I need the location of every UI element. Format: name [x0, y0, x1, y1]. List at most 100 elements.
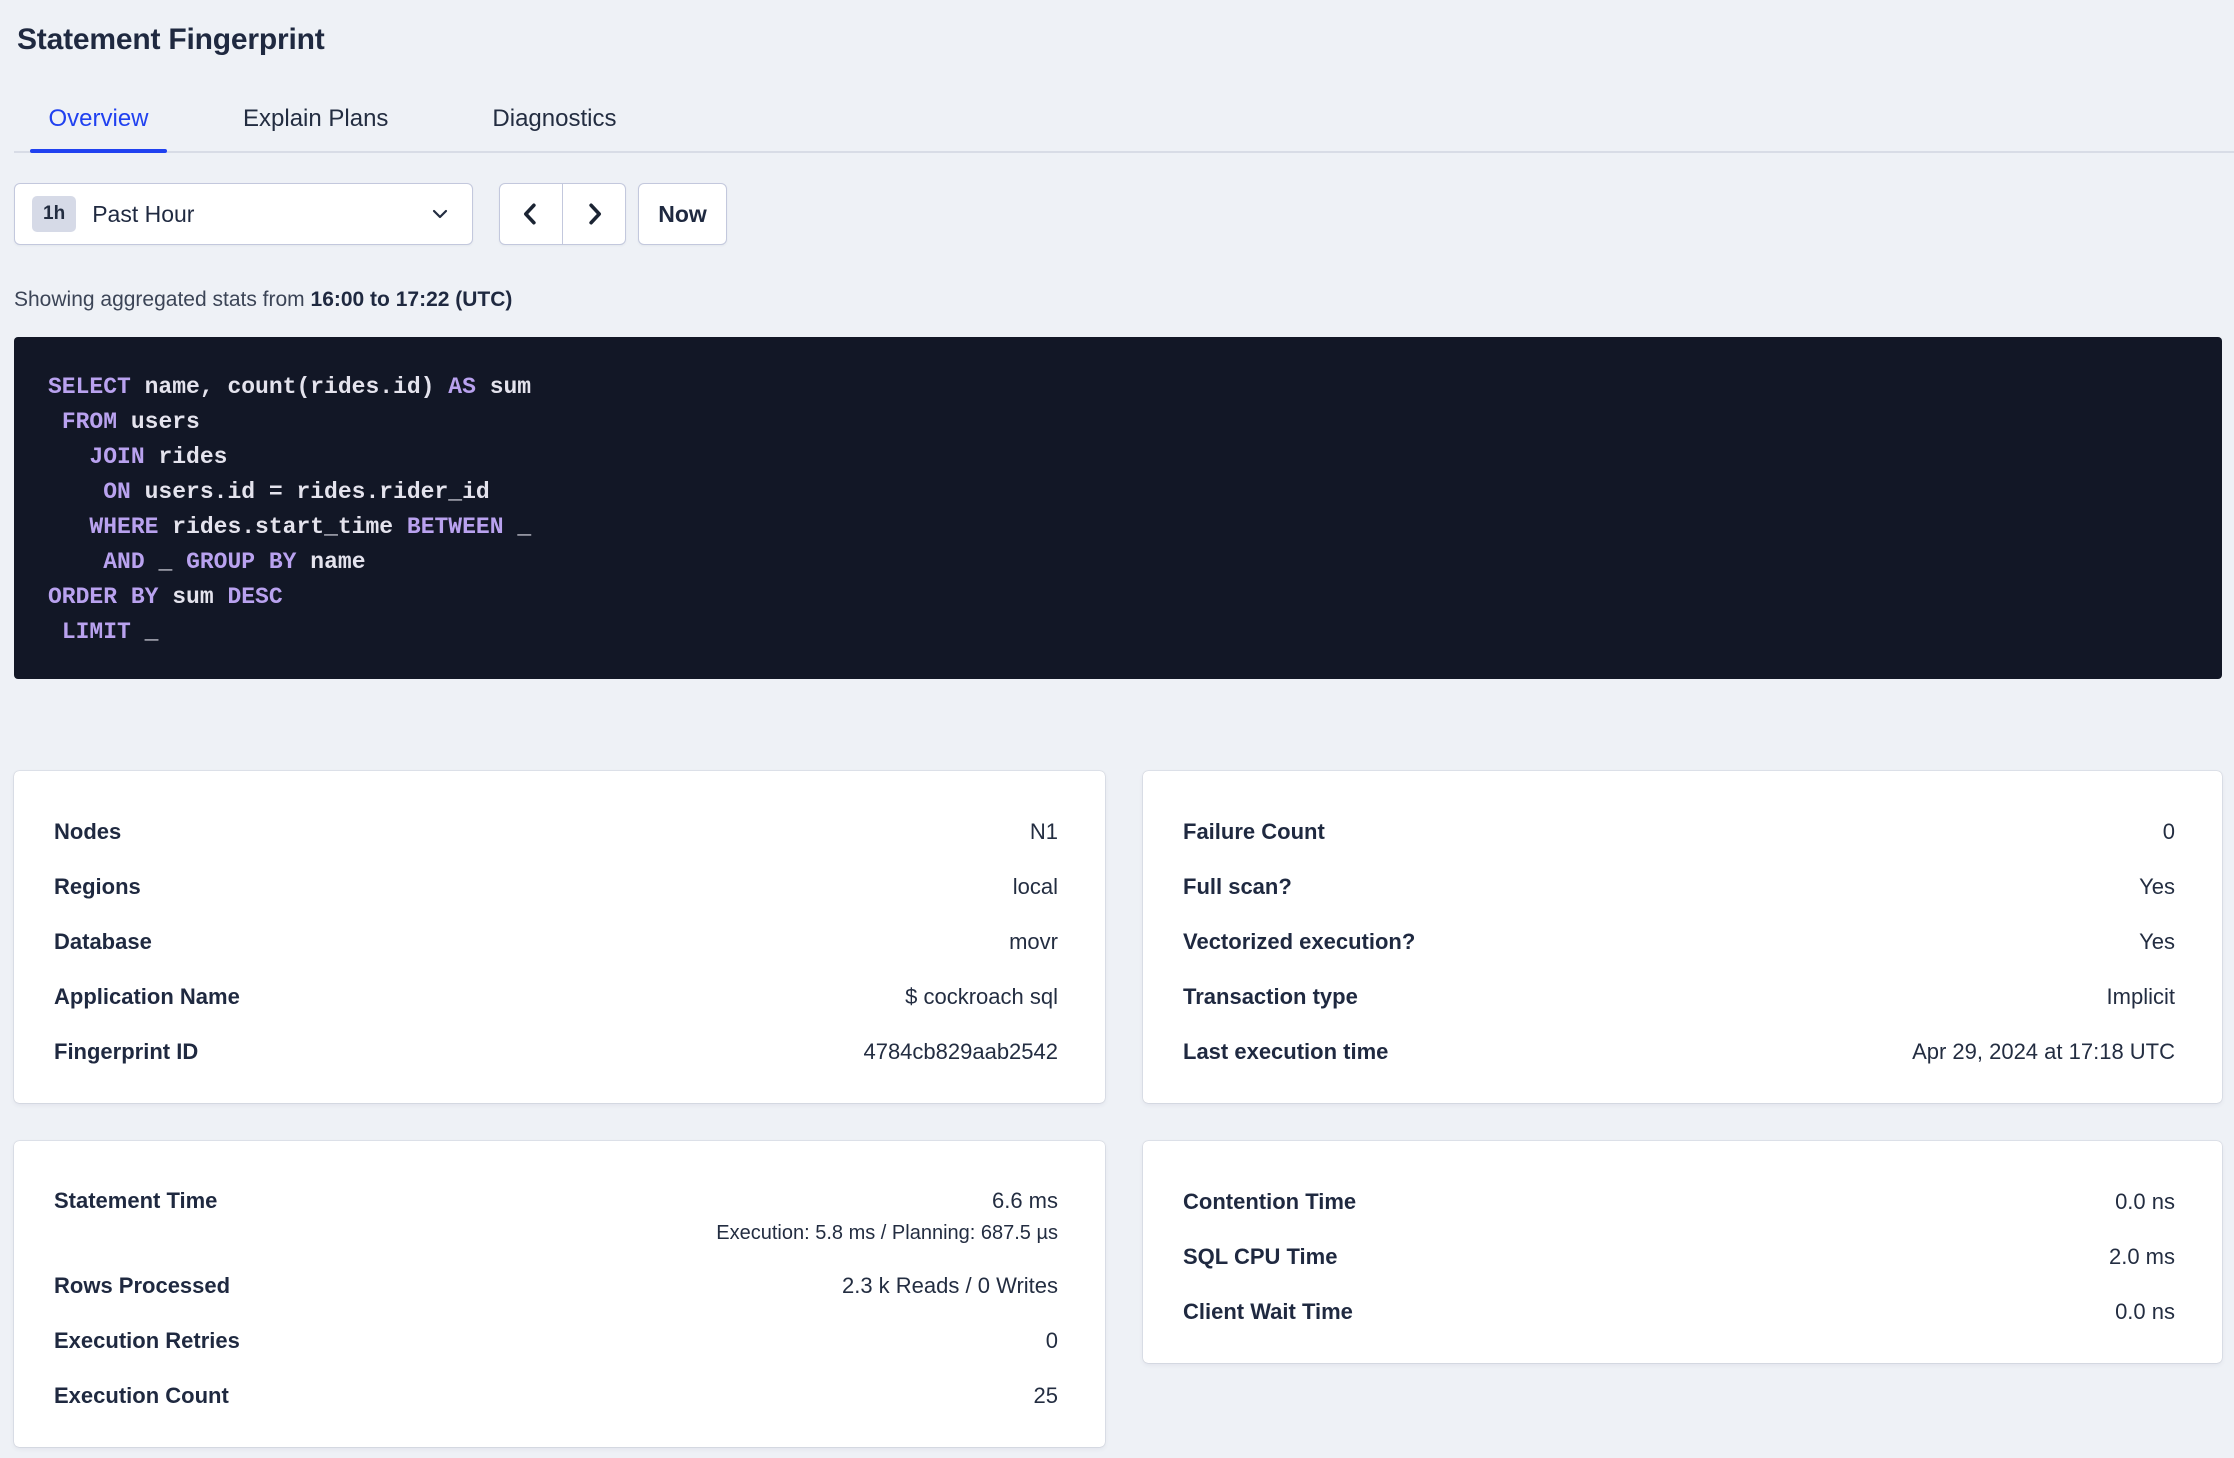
sql-token: sum	[475, 374, 532, 400]
vectorized-execution-value: Yes	[2139, 928, 2175, 954]
sql-keyword: FROM	[61, 409, 118, 435]
row-database: Database movr	[54, 914, 1058, 969]
now-button[interactable]: Now	[638, 183, 727, 245]
row-sql-cpu-time: SQL CPU Time 2.0 ms	[1183, 1229, 2175, 1284]
full-scan-label: Full scan?	[1183, 873, 1292, 899]
sql-token: users.id = rides.rider_id	[130, 479, 490, 505]
next-time-button[interactable]	[563, 184, 625, 244]
statement-fingerprint-page: Statement Fingerprint Overview Explain P…	[0, 0, 2234, 1447]
sql-token: name	[296, 549, 366, 575]
row-statement-time: Statement Time 6.6 ms Execution: 5.8 ms …	[54, 1174, 1058, 1258]
nodes-value-link[interactable]: N1	[1030, 819, 1058, 845]
failure-count-value: 0	[2162, 818, 2175, 844]
transaction-type-label: Transaction type	[1183, 983, 1358, 1009]
sql-token: _	[503, 514, 532, 540]
sql-keyword: JOIN	[89, 444, 145, 470]
row-client-wait-time: Client Wait Time 0.0 ns	[1183, 1284, 2175, 1339]
tab-bar: Overview Explain Plans Diagnostics	[14, 104, 2234, 153]
sql-keyword: WHERE	[89, 514, 159, 540]
fingerprint-id-value: 4784cb829aab2542	[863, 1038, 1058, 1064]
sql-token: rides	[144, 444, 228, 470]
row-vectorized-execution: Vectorized execution? Yes	[1183, 914, 2175, 969]
regions-label: Regions	[54, 873, 141, 899]
statement-times-card: Statement Time 6.6 ms Execution: 5.8 ms …	[14, 1141, 1105, 1447]
time-range-badge: 1h	[32, 196, 77, 232]
sql-token: _	[144, 549, 187, 575]
sql-line: WHERE rides.start_time BETWEEN _	[48, 510, 2182, 545]
sql-keyword: ON	[103, 479, 131, 505]
sql-keyword: DESC	[227, 584, 283, 610]
row-rows-processed: Rows Processed 2.3 k Reads / 0 Writes	[54, 1258, 1058, 1313]
row-fingerprint-id: Fingerprint ID 4784cb829aab2542	[54, 1024, 1058, 1079]
sql-token: name, count(rides.id)	[130, 374, 449, 400]
contention-time-value: 0.0 ns	[2115, 1188, 2175, 1214]
execution-count-label: Execution Count	[54, 1382, 229, 1408]
sql-statement: SELECT name, count(rides.id) AS sum FROM…	[48, 370, 2182, 650]
database-label: Database	[54, 928, 152, 954]
sql-line: ORDER BY sum DESC	[48, 580, 2182, 615]
row-nodes: Nodes N1	[54, 804, 1058, 859]
time-range-label: Past Hour	[92, 200, 195, 227]
detail-cards: Nodes N1 Regions local Database movr App…	[14, 771, 2222, 1447]
sql-cpu-time-value: 2.0 ms	[2108, 1243, 2175, 1269]
application-name-label: Application Name	[54, 983, 240, 1009]
statement-time-breakdown: Execution: 5.8 ms / Planning: 687.5 µs	[716, 1222, 1058, 1244]
row-application-name: Application Name $ cockroach sql	[54, 969, 1058, 1024]
application-name-value-link[interactable]: $ cockroach sql	[905, 984, 1058, 1010]
statement-time-label: Statement Time	[54, 1188, 218, 1213]
tab-overview[interactable]: Overview	[30, 104, 167, 153]
statement-time-value: 6.6 ms	[991, 1188, 1058, 1213]
full-scan-value: Yes	[2139, 873, 2175, 899]
tab-overview-label: Overview	[48, 105, 149, 132]
sql-cpu-time-label: SQL CPU Time	[1183, 1243, 1338, 1269]
sql-token: rides.start_time	[158, 514, 407, 540]
tab-explain-plans[interactable]: Explain Plans	[243, 104, 388, 151]
regions-value: local	[1012, 873, 1058, 899]
rows-processed-label: Rows Processed	[54, 1272, 231, 1298]
execution-retries-value: 0	[1045, 1327, 1058, 1353]
nodes-label: Nodes	[54, 818, 122, 844]
row-last-execution-time: Last execution time Apr 29, 2024 at 17:1…	[1183, 1024, 2175, 1079]
execution-retries-label: Execution Retries	[54, 1327, 240, 1353]
prev-time-button[interactable]	[500, 184, 562, 244]
sql-statement-box: SELECT name, count(rides.id) AS sum FROM…	[14, 337, 2222, 679]
sql-keyword: AS	[448, 374, 476, 400]
last-execution-time-label: Last execution time	[1183, 1038, 1389, 1064]
time-range-dropdown[interactable]: 1h Past Hour	[14, 183, 473, 245]
sql-token: users	[117, 409, 200, 435]
time-controls: 1h Past Hour Now	[14, 183, 2222, 245]
chevron-down-icon	[428, 202, 452, 226]
row-execution-count: Execution Count 25	[54, 1368, 1058, 1423]
rows-processed-value: 2.3 k Reads / 0 Writes	[841, 1272, 1058, 1298]
chevron-right-icon	[580, 200, 608, 228]
contention-card: Contention Time 0.0 ns SQL CPU Time 2.0 …	[1143, 1141, 2222, 1363]
failure-count-label: Failure Count	[1183, 818, 1325, 844]
client-wait-time-value: 0.0 ns	[2115, 1298, 2175, 1324]
database-value: movr	[1009, 928, 1058, 954]
sql-keyword: GROUP BY	[186, 549, 297, 575]
row-full-scan: Full scan? Yes	[1183, 859, 2175, 914]
vectorized-execution-label: Vectorized execution?	[1183, 928, 1416, 954]
page-title: Statement Fingerprint	[17, 23, 325, 56]
aggregated-stats-prefix: Showing aggregated stats from	[14, 288, 311, 311]
sql-keyword: ORDER BY	[48, 584, 159, 610]
aggregated-stats-range: 16:00 to 17:22 (UTC)	[310, 288, 513, 311]
sql-keyword: BETWEEN	[406, 514, 504, 540]
row-failure-count: Failure Count 0	[1183, 804, 2175, 859]
sql-line: LIMIT _	[48, 615, 2182, 650]
sql-token: _	[130, 619, 159, 645]
last-execution-time-value: Apr 29, 2024 at 17:18 UTC	[1912, 1038, 2175, 1064]
sql-line: FROM users	[48, 405, 2182, 440]
sql-line: SELECT name, count(rides.id) AS sum	[48, 370, 2182, 405]
tab-diagnostics[interactable]: Diagnostics	[492, 104, 616, 151]
row-regions: Regions local	[54, 859, 1058, 914]
execution-count-value: 25	[1033, 1382, 1058, 1408]
sql-keyword: LIMIT	[61, 619, 131, 645]
sql-line: JOIN rides	[48, 440, 2182, 475]
chevron-left-icon	[517, 200, 545, 228]
